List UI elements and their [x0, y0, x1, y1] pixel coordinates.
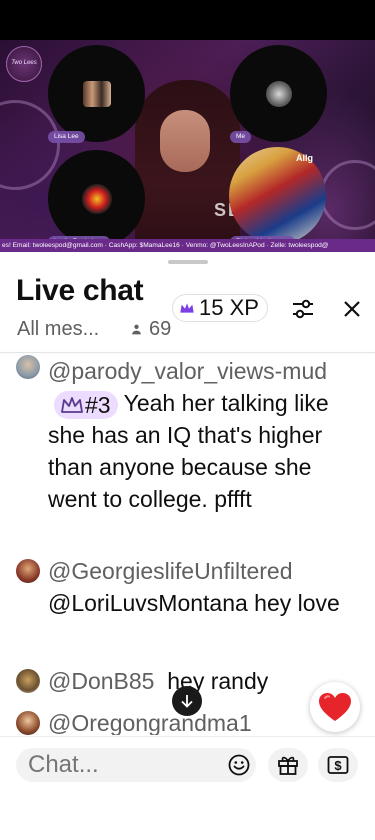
chat-message: @GeorgieslifeUnfiltered @LoriLuvsMontana…	[16, 555, 361, 619]
clock-decoration	[320, 160, 375, 230]
guest-photo	[82, 80, 111, 107]
svg-text:$: $	[334, 758, 342, 773]
show-logo: Two Lees	[6, 46, 42, 82]
guest-label: Me	[230, 131, 252, 143]
close-icon	[344, 301, 360, 317]
emoji-button[interactable]	[226, 752, 252, 778]
guest-tile-leslie[interactable]	[48, 150, 145, 247]
clock-decoration	[0, 100, 60, 190]
sign-text: Allg	[296, 153, 313, 163]
chat-message-list[interactable]: @parody_valor_views-mud #3 Yeah her talk…	[0, 355, 375, 735]
guest-photo	[81, 183, 112, 214]
viewer-count: 69	[130, 318, 171, 341]
arrow-down-icon	[181, 695, 193, 708]
crown-icon	[61, 397, 83, 413]
avatar[interactable]	[16, 669, 40, 693]
gift-icon	[278, 756, 298, 775]
guest-label: Lisa Lee	[48, 131, 85, 143]
message-author[interactable]: @parody_valor_views-mud	[48, 358, 327, 384]
smiley-icon	[228, 754, 250, 776]
message-author[interactable]: @GeorgieslifeUnfiltered	[48, 558, 293, 584]
xp-value: 15 XP	[199, 295, 259, 320]
guest-photo	[265, 80, 292, 107]
chat-input[interactable]	[16, 748, 256, 782]
reaction-button[interactable]	[310, 682, 360, 732]
avatar[interactable]	[16, 711, 40, 735]
message-author[interactable]: @DonB85	[48, 668, 154, 694]
viewer-count-value: 69	[149, 318, 172, 340]
tune-icon	[293, 299, 313, 319]
message-text: @LoriLuvsMontana hey love	[48, 590, 340, 616]
host-face	[160, 110, 210, 172]
guest-tile-me[interactable]	[230, 45, 327, 142]
super-chat-button[interactable]: $	[318, 748, 358, 782]
header-divider	[0, 352, 375, 353]
gift-button[interactable]	[268, 748, 308, 782]
chat-settings-button[interactable]	[290, 296, 316, 322]
chat-filter-dropdown[interactable]: All mes...	[17, 318, 99, 341]
message-body: @GeorgieslifeUnfiltered @LoriLuvsMontana…	[48, 555, 361, 619]
status-bar	[0, 0, 375, 40]
money-icon: $	[327, 756, 349, 774]
chat-title: Live chat	[16, 274, 144, 307]
xp-badge[interactable]: 15 XP	[172, 294, 268, 322]
avatar[interactable]	[16, 559, 40, 583]
info-ticker: es! Email: twoleespod@gmail.com · CashAp…	[0, 239, 375, 252]
rank-badge[interactable]: #3	[54, 390, 118, 419]
scroll-to-latest-button[interactable]	[172, 686, 202, 716]
person-icon	[132, 324, 141, 335]
avatar[interactable]	[16, 355, 40, 379]
heart-icon	[319, 693, 351, 721]
drag-handle[interactable]	[168, 260, 208, 264]
live-video[interactable]: SE Two Lees Lisa Lee Me Leslie Ferderigo…	[0, 40, 375, 252]
live-chat-panel: Live chat All mes... 69 15 XP @parody_va…	[0, 252, 375, 840]
rank-value: #3	[85, 391, 111, 418]
crown-icon	[180, 303, 194, 313]
composer-divider	[0, 736, 375, 737]
close-chat-button[interactable]	[339, 296, 365, 322]
message-author[interactable]: @Oregongrandma1	[48, 710, 252, 735]
message-body: @parody_valor_views-mud #3 Yeah her talk…	[48, 355, 361, 515]
chat-message: @parody_valor_views-mud #3 Yeah her talk…	[16, 355, 361, 515]
guest-tile-lisa-lee[interactable]	[48, 45, 145, 142]
